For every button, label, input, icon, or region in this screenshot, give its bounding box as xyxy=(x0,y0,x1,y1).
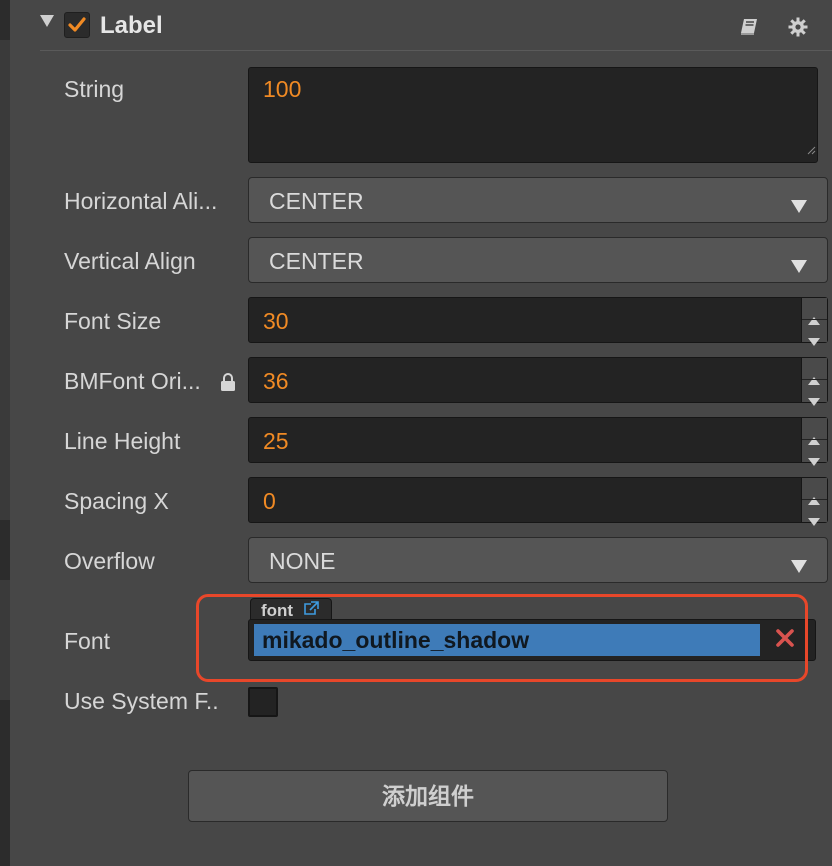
header-divider xyxy=(40,50,832,51)
line-height-input[interactable]: 25 xyxy=(248,417,828,466)
bmfont-original-size-label: BMFont Ori... xyxy=(64,368,201,394)
bmfont-original-size-input[interactable]: 36 xyxy=(248,357,828,406)
font-size-value: 30 xyxy=(263,308,289,334)
dropdown-arrow-icon xyxy=(791,252,807,279)
spacing-x-stepper[interactable] xyxy=(801,478,827,526)
component-header: Label xyxy=(10,0,832,52)
stepper-divider xyxy=(802,439,827,440)
bmfont-original-size-stepper[interactable] xyxy=(801,358,827,406)
left-divider xyxy=(0,0,10,866)
horizontal-align-select[interactable]: CENTER xyxy=(248,177,828,223)
spacing-x-label: Spacing X xyxy=(64,488,169,514)
overflow-value: NONE xyxy=(269,548,336,574)
step-down-icon[interactable] xyxy=(808,505,820,532)
font-size-stepper[interactable] xyxy=(801,298,827,346)
spacing-x-value: 0 xyxy=(263,488,276,514)
inspector-panel: Label String 100 Horizontal Ali... CENTE… xyxy=(10,0,832,866)
vertical-align-select[interactable]: CENTER xyxy=(248,237,828,283)
stepper-divider xyxy=(802,499,827,500)
add-component-button[interactable]: 添加组件 xyxy=(188,770,668,822)
left-divider-segment xyxy=(0,0,10,40)
step-down-icon[interactable] xyxy=(808,325,820,352)
triangle-down-icon[interactable] xyxy=(40,14,54,32)
stepper-divider xyxy=(802,379,827,380)
dropdown-arrow-icon xyxy=(791,552,807,579)
horizontal-align-value: CENTER xyxy=(269,188,364,214)
vertical-align-label: Vertical Align xyxy=(64,248,196,274)
step-down-icon[interactable] xyxy=(808,445,820,472)
bmfont-original-size-value: 36 xyxy=(263,368,289,394)
string-label: String xyxy=(64,76,125,102)
checkmark-icon xyxy=(68,17,86,32)
book-icon[interactable] xyxy=(740,18,760,41)
stepper-divider xyxy=(802,319,827,320)
vertical-align-value: CENTER xyxy=(269,248,364,274)
overflow-label: Overflow xyxy=(64,548,155,574)
left-divider-segment xyxy=(0,520,10,580)
use-system-font-checkbox[interactable] xyxy=(248,687,278,717)
lock-icon xyxy=(220,373,236,396)
font-size-label: Font Size xyxy=(64,308,162,334)
dropdown-arrow-icon xyxy=(791,192,807,219)
step-down-icon[interactable] xyxy=(808,385,820,412)
resize-grip-icon[interactable] xyxy=(806,134,816,161)
font-size-input[interactable]: 30 xyxy=(248,297,828,346)
line-height-stepper[interactable] xyxy=(801,418,827,466)
horizontal-align-label: Horizontal Ali... xyxy=(64,188,218,214)
use-system-font-label: Use System F.. xyxy=(64,688,219,714)
line-height-value: 25 xyxy=(263,428,289,454)
font-label: Font xyxy=(64,628,111,654)
component-title: Label xyxy=(100,12,163,39)
component-enabled-checkbox[interactable] xyxy=(64,12,90,38)
string-textarea[interactable]: 100 xyxy=(248,67,818,163)
gear-icon[interactable] xyxy=(788,17,808,42)
overflow-select[interactable]: NONE xyxy=(248,537,828,583)
string-value: 100 xyxy=(263,76,302,102)
left-divider-segment xyxy=(0,700,10,866)
spacing-x-input[interactable]: 0 xyxy=(248,477,828,526)
line-height-label: Line Height xyxy=(64,428,181,454)
font-field-highlight xyxy=(196,594,808,682)
